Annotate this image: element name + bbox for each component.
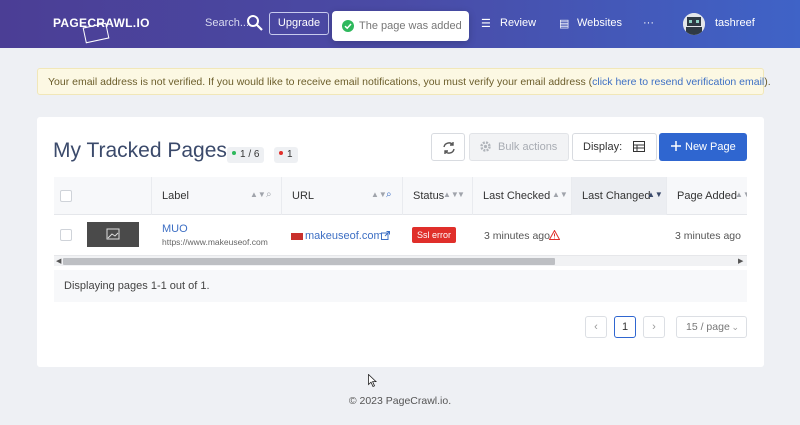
per-page-value: 15 / page	[686, 321, 730, 333]
nav-more[interactable]: ···	[643, 17, 654, 29]
gear-icon	[480, 141, 491, 152]
nav-review[interactable]: Review	[500, 17, 536, 29]
status-badge: Ssl error	[412, 227, 457, 243]
select-all-checkbox[interactable]	[60, 190, 72, 202]
errors-count-badge: 1	[274, 147, 298, 163]
column-url-text: URL	[292, 190, 315, 202]
mouse-cursor-icon	[368, 374, 377, 387]
nav-websites[interactable]: Websites	[577, 17, 622, 29]
notice-suffix: ).	[764, 76, 771, 88]
column-last-changed-text: Last Changed	[582, 190, 651, 202]
list-icon: ☰	[481, 18, 491, 30]
column-status-text: Status	[413, 190, 445, 202]
top-navbar: PAGECRAWL.IO Search... Upgrade The page …	[0, 0, 800, 48]
sort-desc-icon[interactable]: ▲▼	[647, 190, 663, 199]
table-row[interactable]: MUO https://www.makeuseof.com makeuseof.…	[54, 215, 747, 255]
check-circle-icon	[342, 20, 354, 32]
user-avatar-icon	[683, 13, 705, 35]
sort-icon[interactable]: ▲▼	[735, 190, 747, 199]
pages-count: 1 / 6	[240, 149, 260, 160]
warning-icon[interactable]	[549, 230, 560, 240]
page-1-button[interactable]: 1	[614, 316, 636, 338]
logo-mark-icon	[82, 22, 110, 44]
table-view-icon	[633, 141, 645, 152]
sort-icon[interactable]: ▲▼	[250, 190, 266, 199]
tracked-pages-card: My Tracked Pages 1 / 6 1 Bulk actions Di…	[37, 117, 764, 367]
row-label[interactable]: MUO	[162, 223, 188, 235]
table-header: Label ▲▼ ⌕ URL ▲▼ ⌕ Status ▲▼ ▼ Last Che…	[54, 177, 747, 215]
search-input[interactable]: Search...	[205, 17, 249, 29]
per-page-select[interactable]: 15 / page ⌄	[676, 316, 747, 338]
table-summary: Displaying pages 1-1 out of 1.	[54, 270, 747, 302]
filter-icon[interactable]: ▼	[457, 190, 465, 199]
column-last-checked-text: Last Checked	[483, 190, 551, 202]
toast-message: The page was added	[359, 20, 462, 32]
notice-text: Your email address is not verified. If y…	[48, 76, 593, 88]
chevron-down-icon: ⌄	[731, 322, 739, 332]
success-toast: The page was added	[332, 11, 469, 41]
pages-table: Label ▲▼ ⌕ URL ▲▼ ⌕ Status ▲▼ ▼ Last Che…	[54, 177, 747, 270]
filter-search-icon[interactable]: ⌕	[386, 189, 392, 200]
image-icon	[106, 228, 120, 240]
error-dot-icon	[279, 151, 283, 156]
page-title: My Tracked Pages	[53, 139, 227, 162]
prev-page-button[interactable]: ‹	[585, 316, 607, 338]
email-verification-notice: Your email address is not verified. If y…	[37, 68, 771, 95]
scrollbar-thumb[interactable]	[63, 258, 555, 265]
username[interactable]: tashreef	[715, 17, 755, 29]
page-thumbnail[interactable]	[87, 222, 139, 247]
row-page-added: 3 minutes ago	[675, 230, 741, 242]
errors-count: 1	[287, 149, 293, 160]
search-icon[interactable]	[246, 14, 264, 32]
next-page-button[interactable]: ›	[643, 316, 665, 338]
external-link-icon[interactable]	[381, 231, 390, 240]
horizontal-scrollbar[interactable]: ◀ ▶	[54, 255, 747, 266]
success-dot-icon	[232, 151, 236, 156]
filter-search-icon[interactable]: ⌕	[266, 189, 272, 200]
plus-icon	[671, 141, 681, 151]
sort-icon[interactable]: ▲▼	[371, 190, 387, 199]
refresh-icon	[443, 142, 455, 154]
copyright-footer: © 2023 PageCrawl.io.	[348, 395, 452, 407]
upgrade-button[interactable]: Upgrade	[269, 12, 329, 35]
resend-verification-link[interactable]: click here to resend verification email	[592, 76, 764, 88]
row-label-url: https://www.makeuseof.com	[162, 237, 268, 247]
refresh-button[interactable]	[431, 133, 465, 161]
scroll-right-icon[interactable]: ▶	[738, 257, 743, 265]
site-favicon-icon	[291, 233, 303, 240]
column-page-added-text: Page Added	[677, 190, 737, 202]
column-label-text: Label	[162, 190, 189, 202]
row-checkbox[interactable]	[60, 229, 72, 241]
scroll-left-icon[interactable]: ◀	[56, 257, 61, 265]
row-last-checked: 3 minutes ago	[484, 230, 550, 242]
pages-count-badge: 1 / 6	[227, 147, 265, 163]
avatar[interactable]	[683, 13, 705, 35]
grid-icon: ▤	[559, 18, 570, 30]
sort-icon[interactable]: ▲▼	[552, 190, 568, 199]
row-url-link[interactable]: makeuseof.com	[305, 230, 383, 242]
